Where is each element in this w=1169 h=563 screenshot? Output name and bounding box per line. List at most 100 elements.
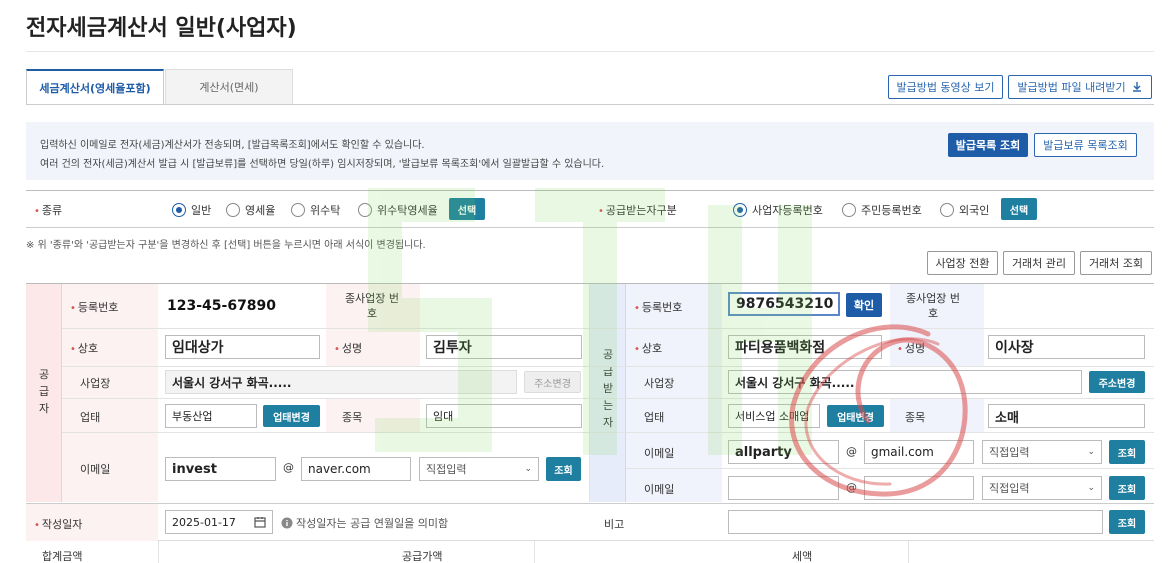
switch-business-button[interactable]: 사업장 전환 xyxy=(927,251,998,275)
receiver-reg-confirm-button[interactable]: 확인 xyxy=(846,293,882,317)
kind-radio-general[interactable]: 일반 xyxy=(172,202,211,218)
receiver-email1-select[interactable]: 직접입력 ⌄ xyxy=(982,440,1102,464)
receiver-biz-button[interactable]: 업태변경 xyxy=(827,405,884,427)
sum-tax-label: 세액 xyxy=(792,550,813,563)
tab-invoice-exempt[interactable]: 계산서(면세) xyxy=(165,69,293,105)
sum-supply-label: 공급가액 xyxy=(402,550,443,563)
remark-input[interactable] xyxy=(728,510,1103,534)
receiver-email1-lookup-button[interactable]: 조회 xyxy=(1109,440,1145,464)
receiver-email2-label: 이메일 xyxy=(644,483,675,496)
kind-radio-consign-zero[interactable]: 위수탁영세율 xyxy=(358,202,438,218)
receiver-name-input[interactable]: 파티용품백화점 xyxy=(728,335,882,359)
issue-list-button[interactable]: 발급목록 조회 xyxy=(948,133,1028,157)
supplier-sub-label: 종사업장 번호 xyxy=(344,292,400,320)
receiver-email2-id-input[interactable] xyxy=(728,476,839,500)
receiver-email1-domain-input[interactable]: gmail.com xyxy=(864,440,974,464)
supplier-email-id-input[interactable]: invest xyxy=(165,457,276,481)
receiver-sub-label: 종사업장 번호 xyxy=(905,292,961,320)
date-input[interactable]: 2025-01-17 xyxy=(165,510,273,534)
side-char: 자 xyxy=(38,402,50,415)
chevron-down-icon: ⌄ xyxy=(524,464,532,474)
receiver-ceo-input[interactable]: 이사장 xyxy=(988,335,1145,359)
receiver-email1-id-input[interactable]: allparty xyxy=(728,440,839,464)
receiver-label-column xyxy=(626,284,722,502)
hold-list-button[interactable]: 발급보류 목록조회 xyxy=(1034,133,1137,157)
supplier-addr-label: 사업장 xyxy=(80,377,111,390)
date-value: 2025-01-17 xyxy=(172,515,236,529)
chevron-down-icon: ⌄ xyxy=(1087,483,1095,493)
receiver-side: 공 급 받 는 자 xyxy=(590,284,626,502)
kind-radio-zero[interactable]: 영세율 xyxy=(226,202,275,218)
supplier-ceo-input[interactable]: 김투자 xyxy=(426,335,582,359)
receiver-ceo-label: • 성명 xyxy=(897,342,926,355)
notice-line-1: 입력하신 이메일로 전자(세금)계산서가 전송되며, [발급목록조회]에서도 확… xyxy=(40,140,425,151)
supplier-name-label: • 상호 xyxy=(70,342,99,355)
supplier-label-item-cell xyxy=(326,398,420,432)
receiver-radio-foreign[interactable]: 외국인 xyxy=(940,202,989,218)
supplier-biz-input[interactable]: 부동산업 xyxy=(165,404,257,428)
radio-circle xyxy=(226,203,240,217)
side-char: 공 xyxy=(602,348,614,361)
sum-row xyxy=(26,541,1154,563)
receiver-select-button[interactable]: 선택 xyxy=(1001,198,1037,220)
receiver-radio-biz[interactable]: 사업자등록번호 xyxy=(733,202,823,218)
radio-circle xyxy=(291,203,305,217)
partner-lookup-button[interactable]: 거래처 조회 xyxy=(1080,251,1152,275)
remark-label: 비고 xyxy=(604,518,625,531)
receiver-name-label-text: 상호 xyxy=(641,342,663,355)
sum-total-label: 합계금액 xyxy=(42,550,83,563)
download-icon xyxy=(1132,82,1141,92)
download-guide-label: 발급방법 파일 내려받기 xyxy=(1017,81,1126,94)
supplier-email-lookup-button[interactable]: 조회 xyxy=(546,457,581,481)
video-guide-button[interactable]: 발급방법 동영상 보기 xyxy=(888,75,1003,99)
calendar-icon[interactable] xyxy=(254,516,266,528)
supplier-name-label-text: 상호 xyxy=(77,342,99,355)
page-title: 전자세금계산서 일반(사업자) xyxy=(26,16,297,41)
receiver-item-label: 종목 xyxy=(905,411,926,424)
receiver-email1-at: @ xyxy=(846,445,857,458)
chevron-down-icon: ⌄ xyxy=(1087,447,1095,457)
kind-select-button[interactable]: 선택 xyxy=(449,198,485,220)
supplier-reg-label-text: 등록번호 xyxy=(77,301,119,314)
receiver-email1-label: 이메일 xyxy=(644,447,675,460)
radio-circle xyxy=(358,203,372,217)
supplier-email-select[interactable]: 직접입력 ⌄ xyxy=(419,457,539,481)
side-char: 받 xyxy=(602,382,614,395)
radio-circle xyxy=(733,203,747,217)
receiver-addr-input[interactable]: 서울시 강서구 화곡..... xyxy=(728,370,1082,394)
remark-lookup-button[interactable]: 조회 xyxy=(1109,510,1145,534)
supplier-email-domain-input[interactable]: naver.com xyxy=(301,457,411,481)
receiver-biz-input[interactable]: 서비스업 소매업 xyxy=(728,404,820,428)
supplier-biz-button[interactable]: 업태변경 xyxy=(263,405,320,427)
receiver-option-resident: 주민등록번호 xyxy=(861,204,922,217)
page: 전자세금계산서 일반(사업자) 세금계산서(영세율포함) 계산서(면세) 발급방… xyxy=(0,0,1169,563)
supplier-side-label: 공 급 자 xyxy=(26,366,62,417)
receiver-reg-input[interactable]: 9876543210 xyxy=(728,292,840,316)
kind-radio-consign[interactable]: 위수탁 xyxy=(291,202,340,218)
supplier-item-input[interactable]: 임대 xyxy=(426,404,582,428)
supplier-addr-button[interactable]: 주소변경 xyxy=(524,371,581,393)
radio-circle xyxy=(940,203,954,217)
supplier-name-input[interactable]: 임대상가 xyxy=(165,335,320,359)
receiver-email1-select-value: 직접입력 xyxy=(989,446,1030,459)
supplier-reg-label: • 등록번호 xyxy=(70,301,119,314)
column-divider xyxy=(534,541,535,563)
download-guide-button[interactable]: 발급방법 파일 내려받기 xyxy=(1008,75,1152,99)
receiver-addr-button[interactable]: 주소변경 xyxy=(1089,371,1145,393)
supplier-ceo-label-text: 성명 xyxy=(341,342,363,355)
side-char: 급 xyxy=(38,385,50,398)
date-hint: 작성일자는 공급 연월일을 의미함 xyxy=(281,515,448,531)
tab-tax-invoice[interactable]: 세금계산서(영세율포함) xyxy=(26,69,164,105)
kind-label: • 종류 xyxy=(34,204,63,217)
receiver-item-input[interactable]: 소매 xyxy=(988,404,1145,428)
partner-manage-button[interactable]: 거래처 관리 xyxy=(1003,251,1075,275)
receiver-type-label-text: 공급받는자구분 xyxy=(605,204,677,217)
receiver-email2-select[interactable]: 직접입력 ⌄ xyxy=(982,476,1102,500)
receiver-radio-resident[interactable]: 주민등록번호 xyxy=(842,202,922,218)
supplier-addr-input[interactable]: 서울시 강서구 화곡..... xyxy=(165,370,517,394)
row-divider xyxy=(62,398,1154,399)
receiver-email2-domain-input[interactable] xyxy=(864,476,974,500)
receiver-email2-lookup-button[interactable]: 조회 xyxy=(1109,476,1145,500)
receiver-reg-label-text: 등록번호 xyxy=(641,301,683,314)
info-icon xyxy=(281,517,293,529)
